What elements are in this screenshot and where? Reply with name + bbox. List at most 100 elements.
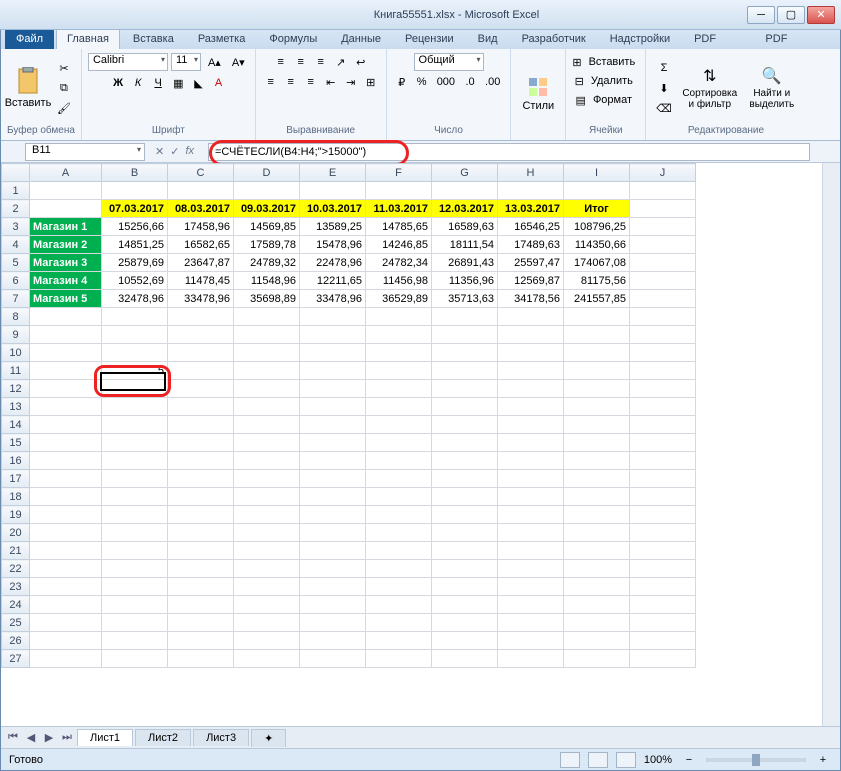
cell[interactable] <box>300 380 366 398</box>
qat-more-button[interactable]: ▾ <box>89 4 107 22</box>
cell[interactable] <box>102 416 168 434</box>
cell[interactable] <box>234 326 300 344</box>
cell[interactable] <box>432 308 498 326</box>
cell[interactable] <box>30 416 102 434</box>
cell[interactable] <box>102 506 168 524</box>
cell[interactable] <box>30 434 102 452</box>
enter-formula-button[interactable]: ✓ <box>170 145 179 158</box>
cell[interactable]: Магазин 1 <box>30 218 102 236</box>
tab-formulas[interactable]: Формулы <box>258 28 328 49</box>
cell[interactable] <box>30 308 102 326</box>
align-center-button[interactable]: ≡ <box>282 73 300 91</box>
cell[interactable] <box>168 614 234 632</box>
cell[interactable]: 10552,69 <box>102 272 168 290</box>
cell[interactable] <box>432 416 498 434</box>
cell[interactable]: 33478,96 <box>300 290 366 308</box>
cell[interactable]: 12569,87 <box>498 272 564 290</box>
tab-data[interactable]: Данные <box>330 28 392 49</box>
cell[interactable] <box>102 344 168 362</box>
cell[interactable] <box>234 452 300 470</box>
cell[interactable] <box>102 452 168 470</box>
view-normal-button[interactable] <box>560 752 580 768</box>
cell[interactable] <box>168 470 234 488</box>
cell[interactable] <box>564 542 630 560</box>
cell[interactable]: Итог <box>564 200 630 218</box>
cell[interactable] <box>300 398 366 416</box>
cell[interactable] <box>432 434 498 452</box>
cell[interactable] <box>366 578 432 596</box>
cell[interactable] <box>630 542 696 560</box>
cell[interactable] <box>30 488 102 506</box>
row-header[interactable]: 12 <box>2 380 30 398</box>
cell[interactable] <box>498 560 564 578</box>
cell[interactable] <box>234 416 300 434</box>
cell[interactable] <box>102 488 168 506</box>
cell[interactable] <box>234 506 300 524</box>
column-header[interactable]: J <box>630 164 696 182</box>
cell[interactable] <box>432 470 498 488</box>
cell[interactable]: 174067,08 <box>564 254 630 272</box>
cell[interactable] <box>564 182 630 200</box>
fx-icon[interactable]: fx <box>185 145 194 158</box>
tab-insert[interactable]: Вставка <box>122 28 185 49</box>
column-header[interactable]: H <box>498 164 564 182</box>
cell[interactable] <box>630 470 696 488</box>
cell[interactable] <box>630 362 696 380</box>
cell[interactable] <box>234 182 300 200</box>
cell[interactable] <box>30 452 102 470</box>
row-header[interactable]: 27 <box>2 650 30 668</box>
row-header[interactable]: 1 <box>2 182 30 200</box>
tab-home[interactable]: Главная <box>56 28 120 49</box>
tab-layout[interactable]: Разметка <box>187 28 257 49</box>
cell[interactable] <box>168 524 234 542</box>
cell[interactable] <box>234 488 300 506</box>
cell[interactable] <box>630 272 696 290</box>
cell[interactable] <box>102 434 168 452</box>
cell[interactable] <box>564 416 630 434</box>
cell[interactable] <box>630 308 696 326</box>
row-header[interactable]: 17 <box>2 470 30 488</box>
cell[interactable] <box>30 362 102 380</box>
cell[interactable] <box>30 470 102 488</box>
increase-decimal-button[interactable]: .0 <box>461 73 479 91</box>
cell[interactable] <box>102 380 168 398</box>
cell[interactable]: 241557,85 <box>564 290 630 308</box>
cell[interactable]: 23647,87 <box>168 254 234 272</box>
cell[interactable] <box>300 434 366 452</box>
cell[interactable] <box>366 362 432 380</box>
row-header[interactable]: 14 <box>2 416 30 434</box>
cell[interactable] <box>168 344 234 362</box>
font-size-combo[interactable]: 11 <box>171 53 201 71</box>
cell[interactable]: 13.03.2017 <box>498 200 564 218</box>
cell[interactable] <box>30 200 102 218</box>
cell[interactable] <box>168 506 234 524</box>
column-header[interactable]: B <box>102 164 168 182</box>
cell[interactable] <box>234 614 300 632</box>
cancel-formula-button[interactable]: ✕ <box>155 145 164 158</box>
cell[interactable] <box>630 632 696 650</box>
cell[interactable] <box>498 452 564 470</box>
cell[interactable] <box>630 524 696 542</box>
cell[interactable] <box>102 524 168 542</box>
cell[interactable] <box>630 596 696 614</box>
cell[interactable] <box>234 524 300 542</box>
row-header[interactable]: 5 <box>2 254 30 272</box>
row-header[interactable]: 23 <box>2 578 30 596</box>
align-right-button[interactable]: ≡ <box>302 73 320 91</box>
sheet-nav-first[interactable]: ⏮ <box>5 730 21 746</box>
cell[interactable] <box>432 326 498 344</box>
cell[interactable] <box>102 578 168 596</box>
cell[interactable] <box>168 650 234 668</box>
cell[interactable]: Магазин 4 <box>30 272 102 290</box>
cell[interactable]: 25879,69 <box>102 254 168 272</box>
cell[interactable] <box>630 236 696 254</box>
cell[interactable] <box>300 524 366 542</box>
cell[interactable] <box>234 470 300 488</box>
cell[interactable]: 17458,96 <box>168 218 234 236</box>
paste-button[interactable]: Вставить <box>7 58 49 118</box>
cell[interactable] <box>30 380 102 398</box>
cell[interactable]: 14569,85 <box>234 218 300 236</box>
cell[interactable] <box>498 416 564 434</box>
close-button[interactable]: ✕ <box>807 6 835 24</box>
cell[interactable]: 17489,63 <box>498 236 564 254</box>
